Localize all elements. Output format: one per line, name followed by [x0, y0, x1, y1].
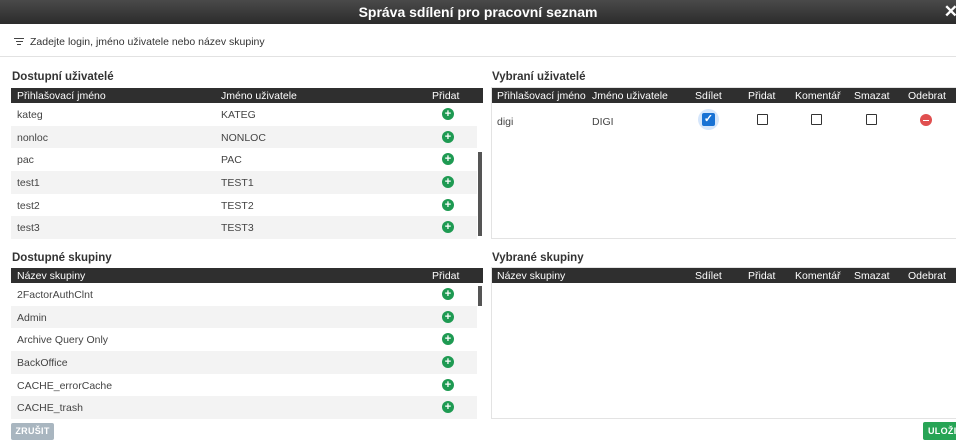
selected-groups-header: Název skupiny Sdílet Přidat Komentář Sma…	[492, 268, 956, 283]
add-group-button[interactable]: +	[442, 401, 454, 414]
available-groups-list: 2FactorAuthClnt + Admin + Archive Query …	[11, 283, 477, 420]
group-name: Archive Query Only	[17, 334, 109, 347]
column-header-share: Sdílet	[695, 90, 722, 102]
add-user-button[interactable]: +	[442, 221, 454, 234]
available-users-list: kateg KATEG + nonloc NONLOC + pac PAC + …	[11, 103, 477, 240]
column-header-group-name[interactable]: Název skupiny	[17, 270, 85, 282]
list-item[interactable]: test3 TEST3 +	[11, 216, 477, 240]
user-login: test2	[17, 199, 40, 212]
list-item[interactable]: test1 TEST1 +	[11, 171, 477, 194]
group-name: CACHE_trash	[17, 402, 83, 415]
column-header-comment: Komentář	[795, 270, 841, 282]
column-header-delete: Smazat	[854, 90, 890, 102]
user-name: TEST2	[221, 199, 254, 212]
group-name: 2FactorAuthClnt	[17, 289, 93, 301]
user-login: nonloc	[17, 131, 48, 144]
add-user-button[interactable]: +	[442, 108, 454, 120]
column-header-login[interactable]: Přihlašovací jméno	[497, 90, 586, 102]
list-item[interactable]: BackOffice +	[11, 351, 477, 374]
filter-icon[interactable]	[14, 38, 24, 46]
list-item[interactable]: pac PAC +	[11, 148, 477, 171]
add-group-button[interactable]: +	[442, 310, 454, 323]
column-header-group-name[interactable]: Název skupiny	[497, 270, 565, 282]
table-row: digi DIGI ✓	[492, 108, 956, 132]
user-name: NONLOC	[221, 131, 266, 144]
list-item[interactable]: CACHE_errorCache +	[11, 374, 477, 397]
add-user-button[interactable]: +	[442, 130, 454, 143]
selected-groups-panel	[491, 267, 956, 419]
list-item[interactable]: kateg KATEG +	[11, 103, 477, 126]
user-name: DIGI	[592, 116, 614, 128]
checkmark-icon: ✓	[702, 113, 715, 126]
column-header-login[interactable]: Přihlašovací jméno	[17, 90, 106, 102]
user-login: kateg	[17, 109, 43, 121]
list-item[interactable]: nonloc NONLOC +	[11, 125, 477, 149]
remove-user-button[interactable]	[920, 114, 932, 126]
add-group-button[interactable]: +	[442, 378, 454, 391]
column-header-add: Přidat	[432, 90, 460, 102]
add-checkbox[interactable]	[757, 114, 768, 125]
search-input[interactable]	[30, 34, 630, 50]
add-user-button[interactable]: +	[442, 176, 454, 189]
column-header-delete: Smazat	[854, 270, 890, 282]
user-login: test1	[17, 177, 40, 190]
comment-checkbox[interactable]	[811, 114, 822, 125]
available-groups-scrollbar[interactable]	[478, 286, 482, 306]
selected-users-header: Přihlašovací jméno Jméno uživatele Sdíle…	[492, 88, 956, 103]
user-login: pac	[17, 154, 34, 167]
dialog-title: Správa sdílení pro pracovní seznam	[358, 4, 598, 20]
available-groups-title: Dostupné skupiny	[12, 252, 112, 264]
available-users-scrollbar[interactable]	[478, 152, 482, 236]
share-checkbox[interactable]: ✓	[698, 109, 719, 130]
user-name: KATEG	[221, 109, 256, 121]
available-groups-header: Název skupiny Přidat	[11, 268, 483, 283]
column-header-name[interactable]: Jméno uživatele	[221, 90, 297, 102]
column-header-name[interactable]: Jméno uživatele	[592, 90, 668, 102]
add-group-button[interactable]: +	[442, 333, 454, 346]
delete-checkbox[interactable]	[866, 114, 877, 125]
column-header-remove: Odebrat	[908, 270, 946, 282]
list-item[interactable]: Archive Query Only +	[11, 328, 477, 351]
user-name: TEST1	[221, 177, 254, 190]
column-header-add: Přidat	[748, 90, 776, 102]
user-login: test3	[17, 222, 40, 235]
user-name: PAC	[221, 154, 242, 167]
available-users-title: Dostupní uživatelé	[12, 71, 114, 83]
group-name: BackOffice	[17, 357, 68, 370]
column-header-share: Sdílet	[695, 270, 722, 282]
add-user-button[interactable]: +	[442, 198, 454, 211]
dialog-titlebar: Správa sdílení pro pracovní seznam ✕	[0, 0, 956, 24]
selected-users-title: Vybraní uživatelé	[492, 71, 586, 83]
list-item[interactable]: 2FactorAuthClnt +	[11, 283, 477, 306]
column-header-add: Přidat	[432, 270, 460, 282]
column-header-remove: Odebrat	[908, 90, 946, 102]
cancel-button[interactable]: ZRUŠIT	[11, 423, 54, 440]
selected-users-list: digi DIGI ✓	[492, 108, 956, 132]
list-item[interactable]: CACHE_trash +	[11, 396, 477, 420]
list-item[interactable]: Admin +	[11, 305, 477, 329]
filter-bar	[0, 28, 956, 57]
save-button[interactable]: ULOŽIT	[923, 422, 956, 440]
group-name: Admin	[17, 311, 47, 324]
selected-groups-title: Vybrané skupiny	[492, 252, 584, 264]
add-group-button[interactable]: +	[442, 356, 454, 369]
add-user-button[interactable]: +	[442, 153, 454, 166]
available-users-header: Přihlašovací jméno Jméno uživatele Přida…	[11, 88, 483, 103]
column-header-comment: Komentář	[795, 90, 841, 102]
column-header-add: Přidat	[748, 270, 776, 282]
user-name: TEST3	[221, 222, 254, 235]
user-login: digi	[497, 116, 514, 128]
close-icon[interactable]: ✕	[944, 2, 956, 22]
list-item[interactable]: test2 TEST2 +	[11, 194, 477, 217]
add-group-button[interactable]: +	[442, 288, 454, 300]
group-name: CACHE_errorCache	[17, 379, 113, 392]
